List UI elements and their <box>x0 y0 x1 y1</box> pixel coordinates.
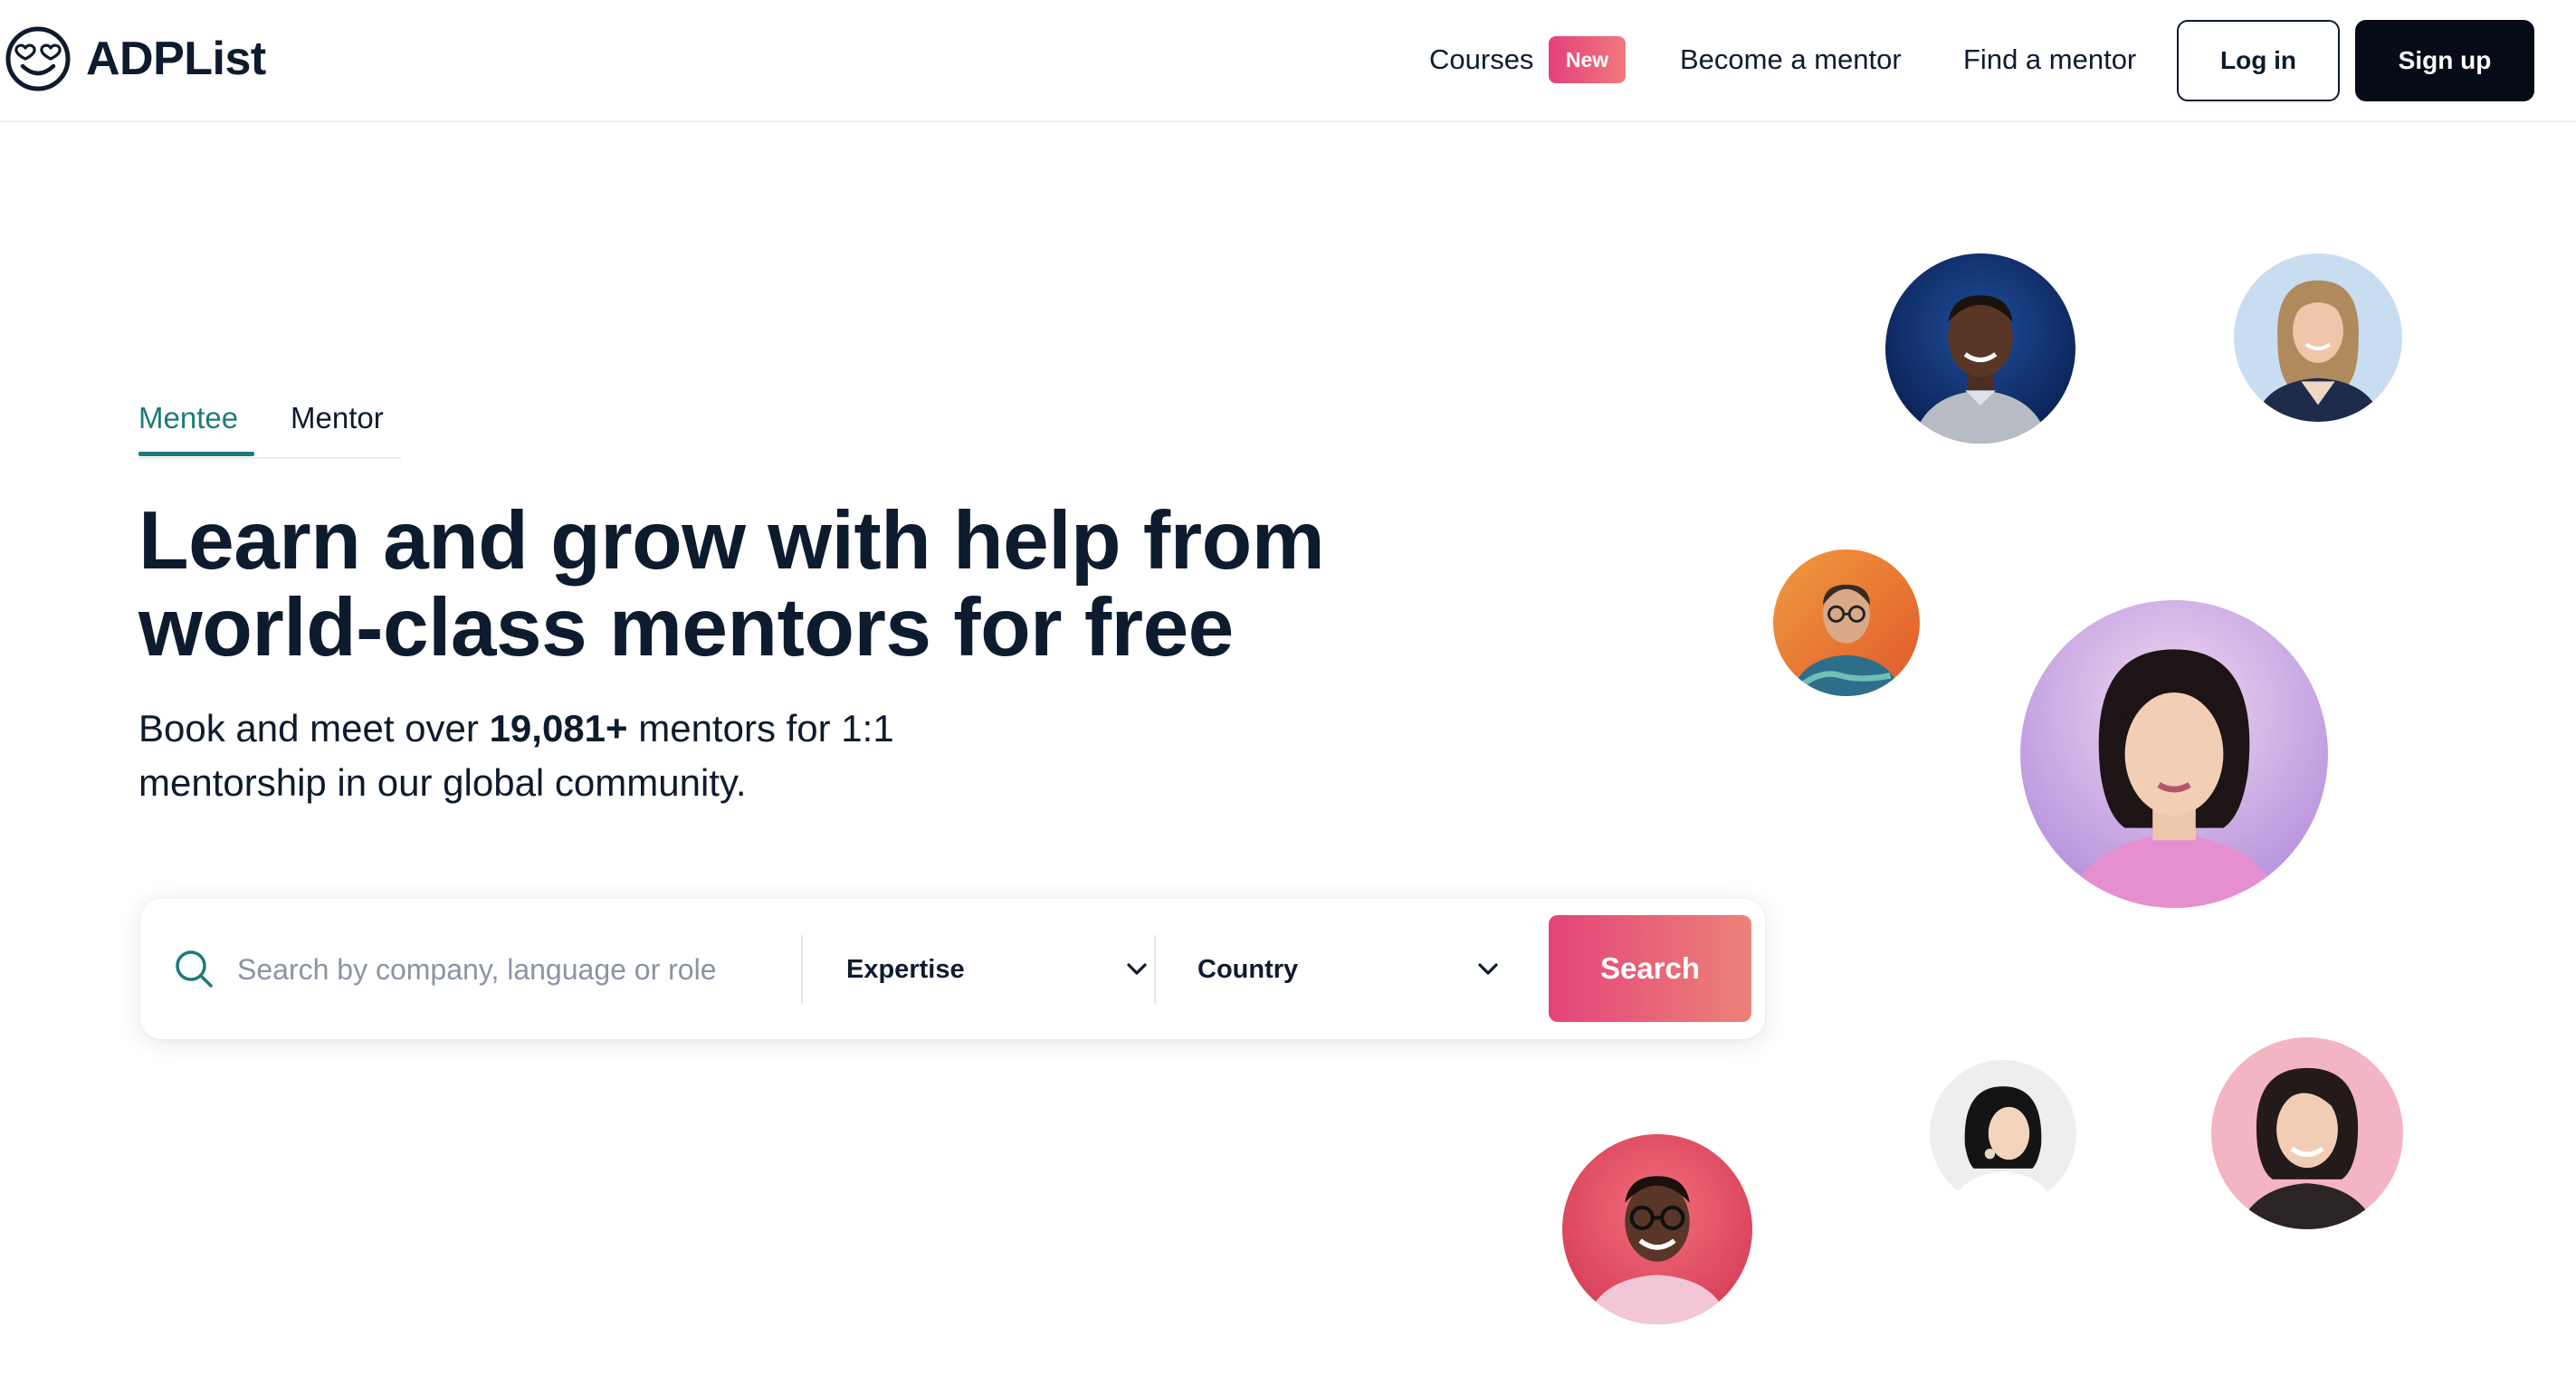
mentor-avatar-1 <box>1885 253 2075 444</box>
brand-name: ADPList <box>86 33 266 85</box>
mentor-avatar-6 <box>2211 1037 2403 1229</box>
nav-courses-link[interactable]: Courses <box>1429 40 1533 80</box>
hero-subheadline: Book and meet over 19,081+ mentors for 1… <box>138 702 1044 810</box>
country-label: Country <box>1197 954 1299 984</box>
hero-headline-line-1: Learn and grow with help from <box>138 495 1325 587</box>
hero-headline: Learn and grow with help from world-clas… <box>138 498 1496 672</box>
new-badge: New <box>1549 36 1626 83</box>
chevron-down-icon <box>1478 963 1498 975</box>
mentor-count: 19,081+ <box>489 707 628 750</box>
mentor-search-bar: Expertise Country Search <box>140 899 1765 1039</box>
role-tabs: Mentee Mentor <box>138 385 401 459</box>
mentor-avatar-4 <box>2020 600 2328 908</box>
search-divider <box>1154 935 1156 1004</box>
signup-button[interactable]: Sign up <box>2355 20 2534 101</box>
smiley-heart-eyes-icon <box>5 26 71 91</box>
tab-mentor[interactable]: Mentor <box>291 398 384 438</box>
search-button[interactable]: Search <box>1549 915 1751 1022</box>
mentor-avatar-2 <box>2234 253 2402 422</box>
search-divider <box>801 935 803 1004</box>
search-icon <box>176 950 213 988</box>
expertise-select[interactable]: Expertise <box>846 935 1172 1004</box>
tab-mentee[interactable]: Mentee <box>138 398 238 438</box>
brand-logo[interactable]: ADPList <box>5 25 266 92</box>
search-input[interactable] <box>235 940 782 999</box>
country-select[interactable]: Country <box>1197 935 1523 1004</box>
mentor-avatar-5 <box>1930 1060 2076 1207</box>
sub-prefix: Book and meet over <box>138 707 490 750</box>
chevron-down-icon <box>1127 963 1147 975</box>
sub-line-2: mentorship in our global community. <box>138 761 747 804</box>
mentor-avatar-3 <box>1773 549 1920 696</box>
nav-find-mentor-link[interactable]: Find a mentor <box>1963 40 2136 80</box>
active-tab-indicator <box>138 452 254 456</box>
hero-headline-line-2: world-class mentors for free <box>138 582 1234 673</box>
sub-suffix: mentors for 1:1 <box>627 707 894 750</box>
site-header: ADPList Courses New Become a mentor Find… <box>0 0 2576 122</box>
login-button[interactable]: Log in <box>2177 20 2340 101</box>
nav-become-mentor-link[interactable]: Become a mentor <box>1680 40 1902 80</box>
mentor-avatar-7 <box>1562 1134 1752 1324</box>
expertise-label: Expertise <box>846 954 965 984</box>
